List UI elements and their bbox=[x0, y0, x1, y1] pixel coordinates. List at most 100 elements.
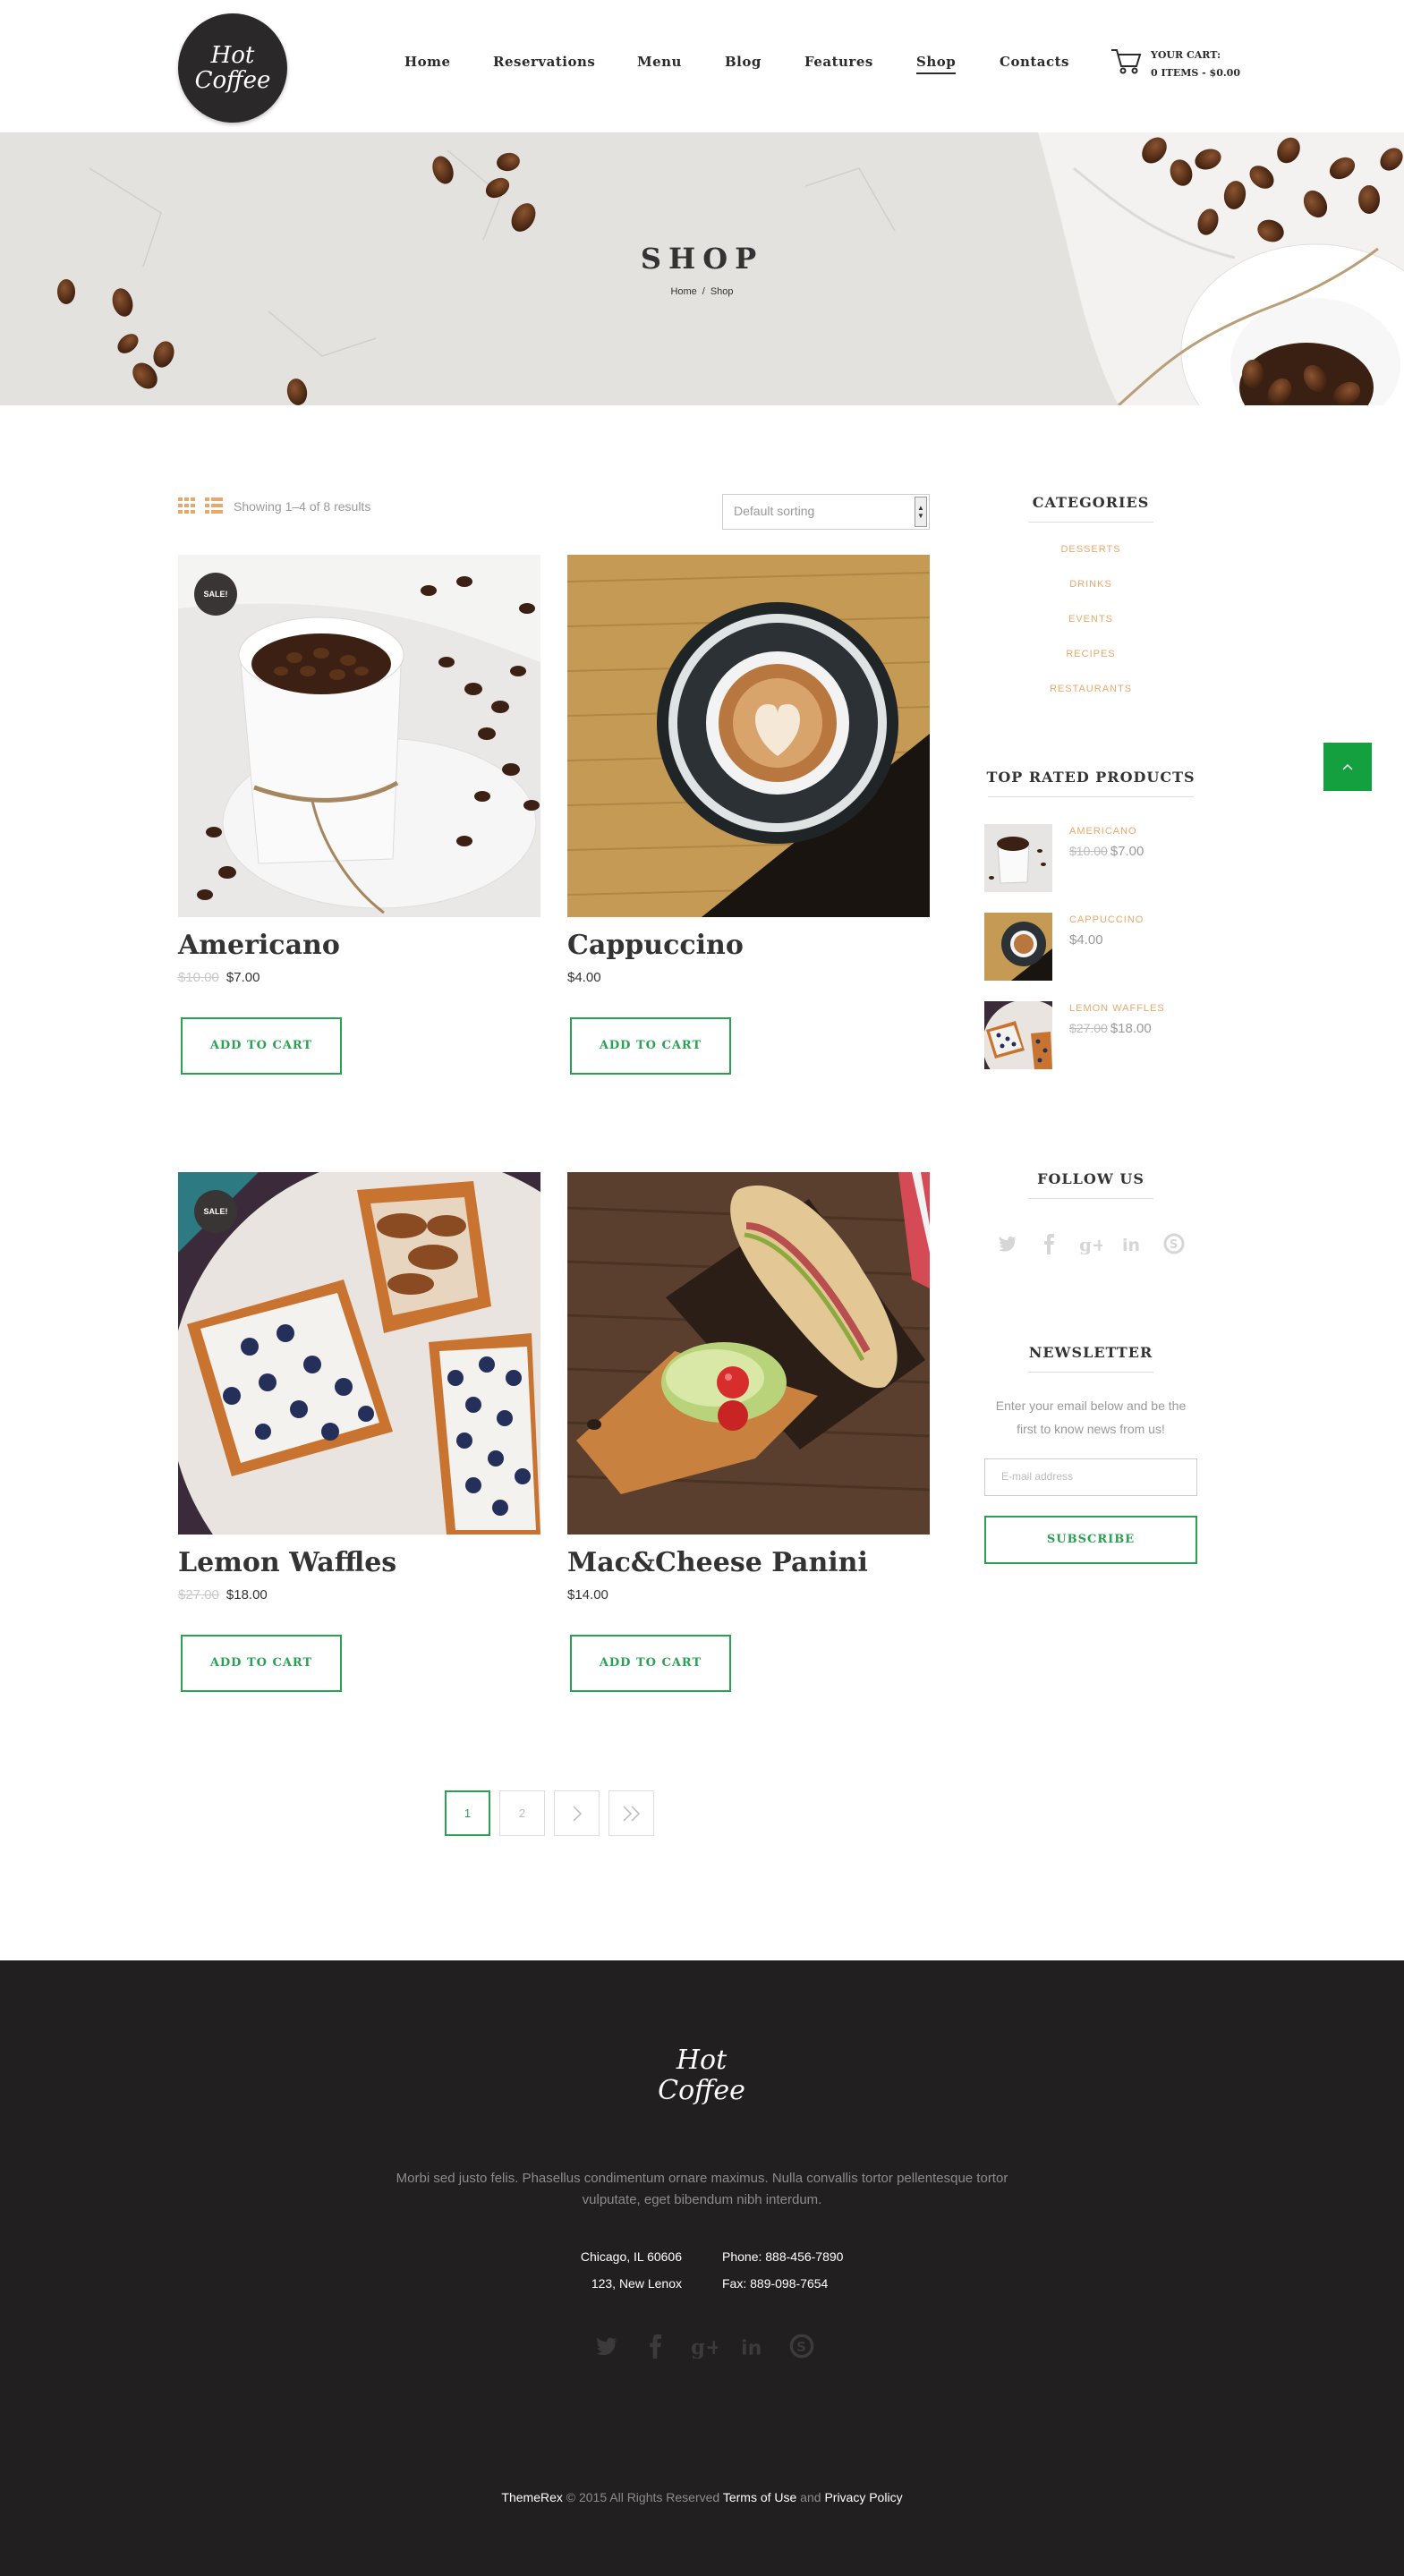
product-thumbnail[interactable] bbox=[984, 1001, 1052, 1069]
top-rated-name[interactable]: CAPPUCCINO bbox=[1069, 914, 1144, 925]
sale-badge: SALE! bbox=[194, 573, 237, 616]
add-to-cart-button[interactable]: ADD TO CART bbox=[570, 1017, 731, 1075]
last-page-button[interactable] bbox=[608, 1790, 654, 1836]
google-plus-icon[interactable]: g+ bbox=[1079, 1233, 1102, 1254]
category-drinks[interactable]: DRINKS bbox=[984, 575, 1197, 610]
current-price: $18.00 bbox=[1110, 1021, 1152, 1036]
list-view-icon[interactable] bbox=[205, 497, 223, 514]
top-rated-item[interactable]: LEMON WAFFLES $27.00 $18.00 bbox=[984, 1001, 1197, 1090]
email-field[interactable]: E-mail address bbox=[984, 1458, 1197, 1496]
footer-logo[interactable]: Hot Coffee bbox=[657, 2045, 746, 2106]
breadcrumb-separator: / bbox=[702, 286, 705, 297]
twitter-icon[interactable] bbox=[594, 2334, 619, 2359]
divider bbox=[1028, 1198, 1153, 1199]
fax-number: Fax: 889-098-7654 bbox=[722, 2276, 829, 2291]
cappuccino-photo bbox=[567, 555, 930, 917]
svg-text:in: in bbox=[1122, 1236, 1140, 1254]
breadcrumb-home[interactable]: Home bbox=[670, 286, 696, 297]
nav-contacts[interactable]: Contacts bbox=[1000, 54, 1069, 70]
product-thumbnail[interactable] bbox=[984, 913, 1052, 981]
subscribe-button[interactable]: SUBSCRIBE bbox=[984, 1516, 1197, 1564]
top-rated-price: $4.00 bbox=[1069, 932, 1144, 948]
svg-text:in: in bbox=[741, 2336, 762, 2359]
address-line-1: Chicago, IL 60606 bbox=[580, 2249, 682, 2264]
svg-text:g+: g+ bbox=[1079, 1234, 1102, 1254]
current-price: $7.00 bbox=[225, 970, 260, 985]
product-price: $10.00 $7.00 bbox=[178, 970, 540, 985]
site-logo[interactable]: Hot Coffee bbox=[178, 13, 287, 123]
nav-blog[interactable]: Blog bbox=[725, 54, 762, 70]
double-chevron-right-icon bbox=[622, 1805, 640, 1822]
product-image[interactable] bbox=[567, 1172, 930, 1535]
follow-us-title: FOLLOW US bbox=[1037, 1170, 1144, 1187]
nav-menu[interactable]: Menu bbox=[637, 54, 682, 70]
copyright-text: © 2015 All Rights Reserved bbox=[562, 2490, 723, 2504]
scroll-to-top-button[interactable] bbox=[1323, 743, 1372, 791]
cart-widget[interactable]: YOUR CART: 0 ITEMS - $0.00 bbox=[1110, 47, 1240, 82]
google-plus-icon[interactable]: g+ bbox=[691, 2334, 718, 2359]
facebook-icon[interactable] bbox=[1038, 1233, 1059, 1254]
page-1-button[interactable]: 1 bbox=[445, 1790, 490, 1836]
product-name[interactable]: Lemon Waffles bbox=[178, 1547, 540, 1578]
copyright-and: and bbox=[796, 2490, 825, 2504]
category-events[interactable]: EVENTS bbox=[984, 610, 1197, 645]
product-card: SALE! Lemon Waffles $27.00 $18.00 ADD TO … bbox=[178, 1172, 540, 1692]
top-rated-name[interactable]: AMERICANO bbox=[1069, 826, 1144, 837]
current-price: $4.00 bbox=[567, 970, 601, 985]
category-restaurants[interactable]: RESTAURANTS bbox=[984, 680, 1197, 715]
americano-photo bbox=[178, 555, 540, 917]
top-rated-name[interactable]: LEMON WAFFLES bbox=[1069, 1003, 1165, 1014]
address-line-2: 123, New Lenox bbox=[591, 2276, 682, 2291]
product-image[interactable]: SALE! bbox=[178, 1172, 540, 1535]
product-name[interactable]: Mac&Cheese Panini bbox=[567, 1547, 930, 1578]
nav-home[interactable]: Home bbox=[404, 54, 451, 70]
linkedin-icon[interactable]: in bbox=[741, 2334, 766, 2359]
page-2-button[interactable]: 2 bbox=[499, 1790, 545, 1836]
page-title: SHOP bbox=[640, 242, 764, 276]
categories-title: CATEGORIES bbox=[1032, 494, 1150, 511]
category-list: DESSERTS DRINKS EVENTS RECIPES RESTAURAN… bbox=[984, 540, 1197, 715]
linkedin-icon[interactable]: in bbox=[1122, 1233, 1144, 1254]
top-rated-item[interactable]: AMERICANO $10.00 $7.00 bbox=[984, 824, 1197, 913]
grid-view-icon[interactable] bbox=[178, 497, 196, 514]
footer-description: Morbi sed justo felis. Phasellus condime… bbox=[396, 2171, 1008, 2207]
cart-summary: 0 ITEMS - $0.00 bbox=[1151, 67, 1240, 79]
facebook-icon[interactable] bbox=[642, 2334, 668, 2359]
skype-icon[interactable]: S bbox=[789, 2334, 814, 2359]
product-image[interactable]: SALE! bbox=[178, 555, 540, 917]
product-name[interactable]: Cappuccino bbox=[567, 930, 930, 961]
product-name[interactable]: Americano bbox=[178, 930, 540, 961]
nav-shop[interactable]: Shop bbox=[916, 54, 957, 74]
product-price: $4.00 bbox=[567, 970, 930, 985]
twitter-icon[interactable] bbox=[997, 1233, 1018, 1254]
top-rated-title: TOP RATED PRODUCTS bbox=[986, 769, 1196, 786]
nav-features[interactable]: Features bbox=[804, 54, 873, 70]
terms-link[interactable]: Terms of Use bbox=[723, 2490, 796, 2504]
logo-text: Hot Coffee bbox=[194, 42, 271, 94]
privacy-link[interactable]: Privacy Policy bbox=[824, 2490, 902, 2504]
add-to-cart-button[interactable]: ADD TO CART bbox=[181, 1017, 342, 1075]
footer-address: Chicago, IL 60606 123, New Lenox bbox=[537, 2243, 682, 2297]
add-to-cart-button[interactable]: ADD TO CART bbox=[181, 1635, 342, 1692]
product-image[interactable] bbox=[567, 555, 930, 917]
category-recipes[interactable]: RECIPES bbox=[984, 645, 1197, 680]
category-desserts[interactable]: DESSERTS bbox=[984, 540, 1197, 575]
next-page-button[interactable] bbox=[554, 1790, 600, 1836]
footer-contacts: Phone: 888-456-7890 Fax: 889-098-7654 bbox=[722, 2243, 901, 2297]
copyright-brand[interactable]: ThemeRex bbox=[501, 2490, 562, 2504]
newsletter-title: NEWSLETTER bbox=[1028, 1344, 1153, 1361]
breadcrumb: Home / Shop bbox=[0, 286, 1404, 297]
nav-reservations[interactable]: Reservations bbox=[493, 54, 595, 70]
site-header: Hot Coffee Home Reservations Menu Blog F… bbox=[0, 0, 1404, 132]
dropdown-arrow-icon[interactable]: ▲ ▼ bbox=[915, 497, 927, 527]
product-thumbnail[interactable] bbox=[984, 824, 1052, 892]
shopping-cart-icon bbox=[1111, 49, 1142, 74]
breadcrumb-current: Shop bbox=[710, 286, 734, 297]
sort-select[interactable]: Default sorting ▲ ▼ bbox=[722, 494, 930, 530]
phone-number: Phone: 888-456-7890 bbox=[722, 2249, 844, 2264]
skype-icon[interactable]: S bbox=[1163, 1233, 1185, 1254]
lemon-waffles-photo bbox=[178, 1172, 540, 1535]
chevron-right-icon bbox=[572, 1805, 582, 1822]
top-rated-item[interactable]: CAPPUCCINO $4.00 bbox=[984, 913, 1197, 1001]
add-to-cart-button[interactable]: ADD TO CART bbox=[570, 1635, 731, 1692]
